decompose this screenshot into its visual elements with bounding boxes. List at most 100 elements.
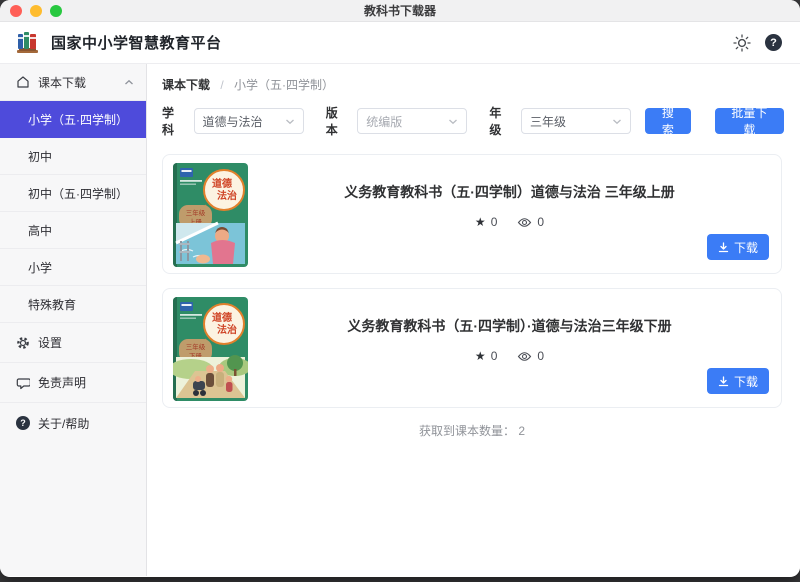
sidebar: 课本下载 小学（五·四学制） 初中 初中（五·四学制） 高中 小学 特殊教育 bbox=[0, 64, 147, 576]
books-logo-icon bbox=[14, 29, 41, 56]
book-title: 义务教育教科书（五·四学制）·道德与法治三年级下册 bbox=[347, 316, 671, 336]
sidebar-item-label: 小学 bbox=[28, 259, 134, 276]
view-stat: 0 bbox=[517, 215, 544, 229]
download-label: 下载 bbox=[734, 239, 758, 256]
grade-value: 三年级 bbox=[530, 113, 566, 130]
sidebar-item-label: 课本下载 bbox=[38, 74, 124, 91]
book-info: 义务教育教科书（五·四学制）·道德与法治三年级下册 ★ 0 0 bbox=[248, 297, 771, 399]
sidebar-item-label: 关于/帮助 bbox=[38, 415, 134, 432]
chevron-down-icon bbox=[285, 118, 295, 125]
book-cover-image[interactable]: 道德 法治 三年级 上册 bbox=[173, 163, 248, 267]
header-actions: ? bbox=[733, 34, 782, 52]
edition-label: 版本 bbox=[326, 104, 350, 138]
sidebar-item-label: 小学（五·四学制） bbox=[28, 111, 134, 128]
eye-icon bbox=[517, 217, 532, 228]
sidebar-item-label: 免责声明 bbox=[38, 374, 134, 391]
app-title: 国家中小学智慧教育平台 bbox=[51, 32, 222, 53]
subject-select[interactable]: 道德与法治 bbox=[194, 108, 304, 134]
book-info: 义务教育教科书（五·四学制）道德与法治 三年级上册 ★ 0 0 bbox=[248, 163, 771, 265]
breadcrumb-root[interactable]: 课本下载 bbox=[162, 78, 210, 92]
eye-icon bbox=[517, 351, 532, 362]
sidebar-item-label: 初中（五·四学制） bbox=[28, 185, 134, 202]
sidebar-item-textbook-download[interactable]: 课本下载 bbox=[0, 64, 146, 101]
grade-label: 年级 bbox=[489, 104, 513, 138]
batch-download-button[interactable]: 批量下载 bbox=[715, 108, 784, 134]
chevron-down-icon bbox=[448, 118, 458, 125]
sidebar-item-about-help[interactable]: ? 关于/帮助 bbox=[0, 403, 146, 443]
star-icon: ★ bbox=[475, 349, 486, 363]
app-window: 教科书下载器 国家中小学智慧教育平台 bbox=[0, 0, 800, 577]
window-title: 教科书下载器 bbox=[364, 2, 436, 19]
download-icon bbox=[718, 376, 729, 387]
fullscreen-button[interactable] bbox=[50, 5, 62, 17]
subject-value: 道德与法治 bbox=[203, 113, 263, 130]
subject-filter-group: 学科 道德与法治 bbox=[162, 104, 304, 138]
star-stat: ★ 0 bbox=[475, 215, 497, 229]
grade-select[interactable]: 三年级 bbox=[521, 108, 631, 134]
question-circle-icon: ? bbox=[16, 416, 30, 430]
sidebar-item-disclaimer[interactable]: 免责声明 bbox=[0, 363, 146, 403]
close-button[interactable] bbox=[10, 5, 22, 17]
cover-grade: 三年级 bbox=[186, 342, 206, 351]
sidebar-item-senior[interactable]: 高中 bbox=[0, 212, 146, 249]
cover-title-line1: 道德 bbox=[212, 311, 232, 324]
cover-title-line2: 法治 bbox=[217, 189, 237, 202]
brand: 国家中小学智慧教育平台 bbox=[14, 29, 222, 56]
sidebar-item-settings[interactable]: 设置 bbox=[0, 323, 146, 363]
book-cover-volume2: 道德 法治 三年级 下册 bbox=[173, 297, 248, 401]
star-icon: ★ bbox=[475, 215, 486, 229]
macos-titlebar: 教科书下载器 bbox=[0, 0, 800, 22]
chevron-down-icon bbox=[612, 118, 622, 125]
chevron-up-icon bbox=[124, 79, 134, 86]
star-count: 0 bbox=[491, 349, 498, 363]
gear-icon bbox=[16, 336, 30, 350]
breadcrumb: 课本下载 / 小学（五·四学制） bbox=[162, 76, 784, 93]
download-button[interactable]: 下载 bbox=[707, 234, 769, 260]
help-icon[interactable]: ? bbox=[765, 34, 782, 51]
result-count-text: 获取到课本数量： 2 bbox=[162, 422, 782, 439]
subject-label: 学科 bbox=[162, 104, 186, 138]
book-stats: ★ 0 0 bbox=[475, 215, 544, 229]
star-stat: ★ 0 bbox=[475, 349, 497, 363]
edition-select[interactable]: 统编版 bbox=[357, 108, 467, 134]
edition-value: 统编版 bbox=[366, 113, 402, 130]
view-stat: 0 bbox=[517, 349, 544, 363]
filter-bar: 学科 道德与法治 版本 统编版 bbox=[162, 104, 784, 138]
grade-filter-group: 年级 三年级 bbox=[489, 104, 631, 138]
download-label: 下载 bbox=[734, 373, 758, 390]
book-card: 道德 法治 三年级 下册 bbox=[162, 288, 782, 408]
sidebar-item-junior-54[interactable]: 初中（五·四学制） bbox=[0, 175, 146, 212]
sidebar-item-label: 高中 bbox=[28, 222, 134, 239]
view-count: 0 bbox=[537, 215, 544, 229]
edition-filter-group: 版本 统编版 bbox=[326, 104, 468, 138]
question-glyph: ? bbox=[20, 418, 26, 428]
minimize-button[interactable] bbox=[30, 5, 42, 17]
home-icon bbox=[16, 75, 30, 89]
cover-title-line1: 道德 bbox=[212, 177, 232, 190]
app-header: 国家中小学智慧教育平台 ? bbox=[0, 22, 800, 64]
star-count: 0 bbox=[491, 215, 498, 229]
sidebar-item-label: 设置 bbox=[38, 334, 134, 351]
sidebar-item-junior[interactable]: 初中 bbox=[0, 138, 146, 175]
breadcrumb-separator: / bbox=[220, 78, 223, 92]
book-title: 义务教育教科书（五·四学制）道德与法治 三年级上册 bbox=[344, 182, 675, 202]
sidebar-item-special-education[interactable]: 特殊教育 bbox=[0, 286, 146, 323]
cover-grade: 三年级 bbox=[186, 208, 206, 217]
sidebar-item-primary[interactable]: 小学 bbox=[0, 249, 146, 286]
sidebar-item-primary-54[interactable]: 小学（五·四学制） bbox=[0, 101, 146, 138]
main-content: 课本下载 / 小学（五·四学制） 学科 道德与法治 版本 bbox=[147, 64, 800, 576]
sidebar-item-label: 初中 bbox=[28, 148, 134, 165]
traffic-lights bbox=[10, 5, 62, 17]
cover-title-line2: 法治 bbox=[217, 323, 237, 336]
sidebar-item-label: 特殊教育 bbox=[28, 296, 134, 313]
download-button[interactable]: 下载 bbox=[707, 368, 769, 394]
book-card: 道德 法治 三年级 上册 bbox=[162, 154, 782, 274]
theme-toggle-sun-icon[interactable] bbox=[733, 34, 751, 52]
download-icon bbox=[718, 242, 729, 253]
content-row: 课本下载 小学（五·四学制） 初中 初中（五·四学制） 高中 小学 特殊教育 bbox=[0, 64, 800, 576]
book-cover-image[interactable]: 道德 法治 三年级 下册 bbox=[173, 297, 248, 401]
breadcrumb-current: 小学（五·四学制） bbox=[234, 78, 334, 92]
search-button[interactable]: 搜索 bbox=[645, 108, 691, 134]
book-stats: ★ 0 0 bbox=[475, 349, 544, 363]
speech-bubble-icon bbox=[16, 376, 30, 390]
